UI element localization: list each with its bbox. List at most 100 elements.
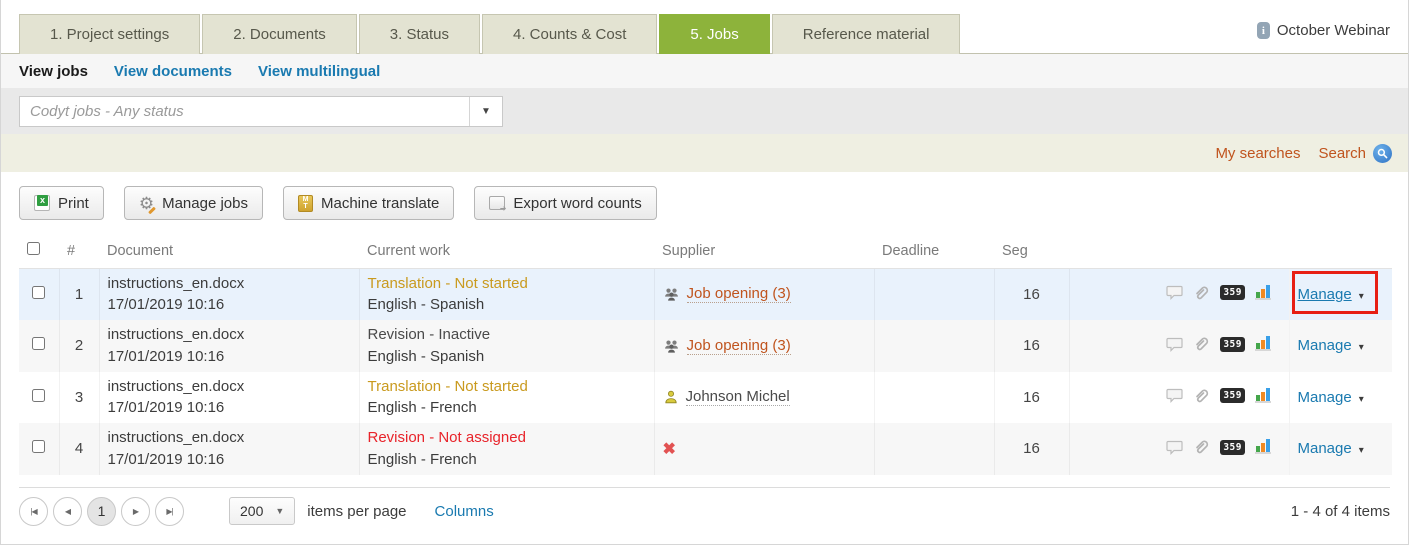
- seg-count: 16: [994, 320, 1069, 372]
- language-pair: English - Spanish: [368, 294, 646, 316]
- items-per-page-label: items per page: [307, 503, 406, 520]
- tab-jobs[interactable]: 5. Jobs: [659, 14, 769, 54]
- language-pair: English - French: [368, 449, 646, 471]
- export-word-counts-label: Export word counts: [513, 195, 641, 212]
- col-num: #: [59, 234, 99, 268]
- tab-counts-cost[interactable]: 4. Counts & Cost: [482, 14, 657, 54]
- prev-page-button[interactable]: ◀: [53, 497, 82, 526]
- document-date: 17/01/2019 10:16: [108, 294, 351, 316]
- row-checkbox[interactable]: [32, 286, 45, 299]
- subnav-view-documents[interactable]: View documents: [114, 63, 232, 80]
- chart-icon[interactable]: [1255, 389, 1271, 403]
- pagination-bar: |◀ ◀ 1 ▶ ▶| 200 ▼ items per page Columns…: [19, 487, 1390, 526]
- chart-icon[interactable]: [1255, 440, 1271, 454]
- my-searches-link[interactable]: My searches: [1215, 145, 1300, 162]
- manage-link[interactable]: Manage: [1298, 440, 1352, 457]
- page-size-value: 200: [240, 503, 263, 519]
- row-number: 3: [59, 372, 99, 424]
- subnav-view-multilingual[interactable]: View multilingual: [258, 63, 380, 80]
- chart-icon[interactable]: [1255, 337, 1271, 351]
- next-page-button[interactable]: ▶: [121, 497, 150, 526]
- person-icon: [663, 389, 679, 405]
- table-row: 4 instructions_en.docx 17/01/2019 10:16 …: [19, 423, 1392, 475]
- paperclip-icon[interactable]: [1193, 336, 1210, 352]
- document-name: instructions_en.docx: [108, 273, 351, 295]
- filter-dropdown-button[interactable]: ▼: [469, 97, 502, 126]
- language-pair: English - Spanish: [368, 346, 646, 368]
- seg-count: 16: [994, 372, 1069, 424]
- row-number: 2: [59, 320, 99, 372]
- gear-icon: ⚙: [139, 195, 154, 212]
- last-page-button[interactable]: ▶|: [155, 497, 184, 526]
- manage-caret-icon[interactable]: ▾: [1359, 342, 1364, 353]
- supplier-link[interactable]: Johnson Michel: [686, 388, 790, 406]
- export-icon: [489, 196, 505, 210]
- wordcount-badge[interactable]: 359: [1220, 285, 1245, 300]
- wordcount-badge[interactable]: 359: [1220, 388, 1245, 403]
- subnav-view-jobs[interactable]: View jobs: [19, 63, 88, 80]
- first-page-button[interactable]: |◀: [19, 497, 48, 526]
- project-title-label: October Webinar: [1277, 22, 1390, 39]
- tab-reference-material[interactable]: Reference material: [772, 14, 961, 54]
- document-name: instructions_en.docx: [108, 324, 351, 346]
- search-link[interactable]: Search: [1318, 144, 1392, 163]
- work-status: Revision - Not assigned: [368, 427, 646, 449]
- document-date: 17/01/2019 10:16: [108, 346, 351, 368]
- supplier-link[interactable]: Job opening (3): [687, 337, 791, 355]
- manage-jobs-label: Manage jobs: [162, 195, 248, 212]
- columns-link[interactable]: Columns: [435, 503, 494, 520]
- row-checkbox[interactable]: [32, 440, 45, 453]
- wordcount-badge[interactable]: 359: [1220, 337, 1245, 352]
- table-row: 2 instructions_en.docx 17/01/2019 10:16 …: [19, 320, 1392, 372]
- comment-icon[interactable]: [1166, 285, 1183, 300]
- manage-link[interactable]: Manage: [1298, 389, 1352, 406]
- wordcount-badge[interactable]: 359: [1220, 440, 1245, 455]
- document-name: instructions_en.docx: [108, 427, 351, 449]
- manage-link[interactable]: Manage: [1298, 337, 1352, 354]
- comment-icon[interactable]: [1166, 337, 1183, 352]
- project-title: i October Webinar: [1257, 22, 1390, 39]
- manage-caret-icon[interactable]: ▾: [1359, 394, 1364, 405]
- chevron-down-icon: ▼: [481, 106, 491, 117]
- manage-jobs-button[interactable]: ⚙ Manage jobs: [124, 186, 263, 220]
- toolbar: Print ⚙ Manage jobs MT Machine translate…: [1, 172, 1408, 234]
- work-status: Translation - Not started: [368, 273, 646, 295]
- tab-status[interactable]: 3. Status: [359, 14, 480, 54]
- page-number-button[interactable]: 1: [87, 497, 116, 526]
- language-pair: English - French: [368, 397, 646, 419]
- supplier-link[interactable]: Job opening (3): [687, 285, 791, 303]
- page-size-dropdown[interactable]: 200 ▼: [229, 497, 295, 525]
- search-link-label: Search: [1318, 145, 1366, 162]
- status-filter-combobox[interactable]: Codyt jobs - Any status ▼: [19, 96, 503, 127]
- comment-icon[interactable]: [1166, 440, 1183, 455]
- status-filter-value[interactable]: Codyt jobs - Any status: [20, 97, 469, 126]
- export-word-counts-button[interactable]: Export word counts: [474, 186, 656, 220]
- paperclip-icon[interactable]: [1193, 388, 1210, 404]
- comment-icon[interactable]: [1166, 388, 1183, 403]
- jobs-page: 1. Project settings 2. Documents 3. Stat…: [0, 0, 1409, 545]
- row-checkbox[interactable]: [32, 337, 45, 350]
- paperclip-icon[interactable]: [1193, 439, 1210, 455]
- chart-icon[interactable]: [1255, 286, 1271, 300]
- row-checkbox[interactable]: [32, 389, 45, 402]
- machine-translate-button[interactable]: MT Machine translate: [283, 186, 454, 220]
- select-all-checkbox[interactable]: [27, 242, 40, 255]
- group-icon: [663, 338, 680, 354]
- manage-link[interactable]: Manage: [1298, 286, 1352, 303]
- machine-translate-icon: MT: [298, 195, 313, 212]
- filter-row: Codyt jobs - Any status ▼: [1, 88, 1408, 134]
- col-document: Document: [99, 234, 359, 268]
- print-button[interactable]: Print: [19, 186, 104, 220]
- machine-translate-label: Machine translate: [321, 195, 439, 212]
- jobs-table: # Document Current work Supplier Deadlin…: [19, 234, 1392, 475]
- paperclip-icon[interactable]: [1193, 285, 1210, 301]
- not-assigned-icon: ✖: [663, 439, 676, 459]
- manage-caret-icon[interactable]: ▾: [1359, 445, 1364, 456]
- group-icon: [663, 286, 680, 302]
- manage-caret-icon[interactable]: ▾: [1359, 291, 1364, 302]
- col-supplier: Supplier: [654, 234, 874, 268]
- document-name: instructions_en.docx: [108, 376, 351, 398]
- search-icon[interactable]: [1373, 144, 1392, 163]
- tab-project-settings[interactable]: 1. Project settings: [19, 14, 200, 54]
- tab-documents[interactable]: 2. Documents: [202, 14, 357, 54]
